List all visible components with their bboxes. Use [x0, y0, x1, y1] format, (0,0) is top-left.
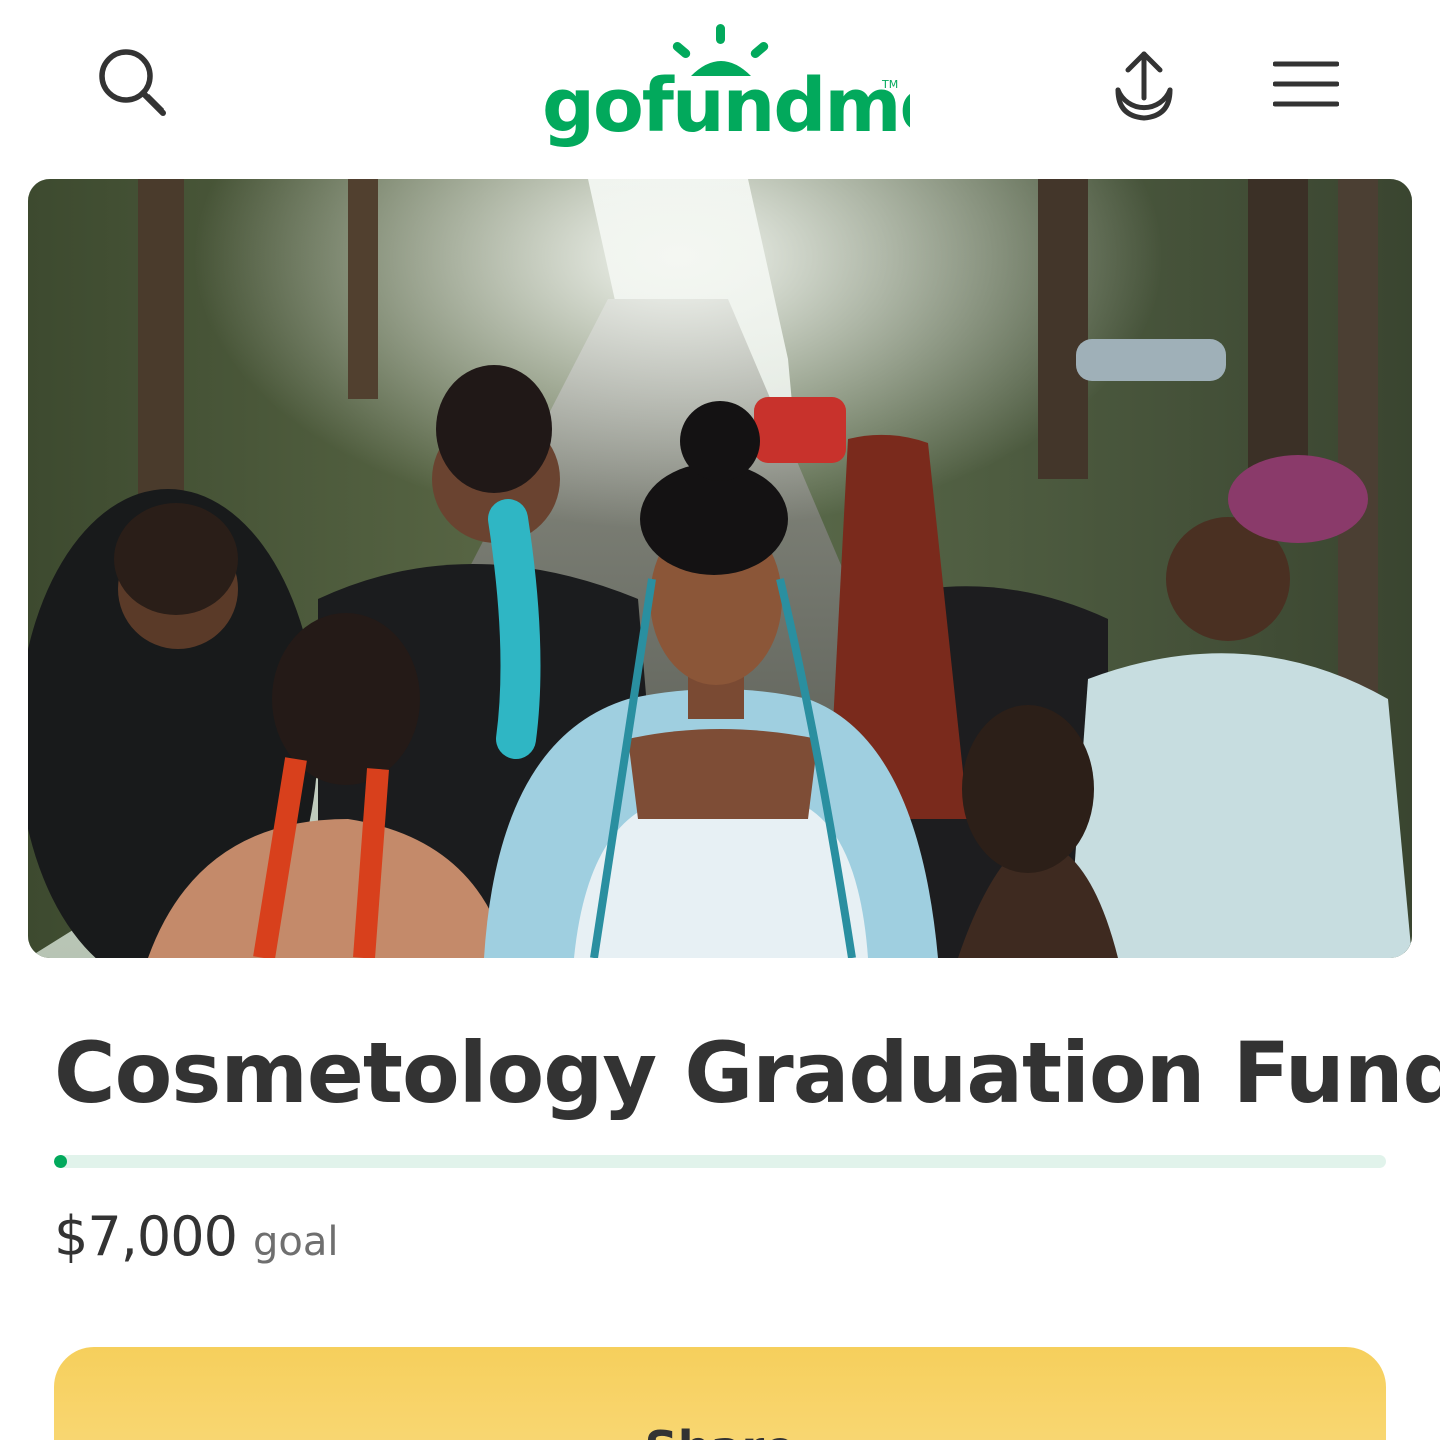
search-icon	[99, 49, 166, 116]
goal-label: goal	[252, 1219, 339, 1265]
gofundme-logo[interactable]: gofundme TM	[530, 18, 910, 158]
search-button[interactable]	[88, 38, 178, 128]
goal-summary: $7,000 goal	[54, 1205, 338, 1275]
campaign-page: gofundme TM Cosmetology Graduation Fund …	[0, 0, 1440, 1440]
donation-progress-bar	[54, 1155, 1386, 1168]
donation-progress-fill	[54, 1155, 67, 1168]
top-header: gofundme TM	[0, 0, 1440, 170]
hamburger-menu-icon	[1273, 61, 1339, 107]
share-button[interactable]: Share	[54, 1347, 1386, 1440]
campaign-hero-image	[28, 179, 1412, 958]
share-upload-icon	[1115, 51, 1173, 121]
trademark-mark: TM	[881, 78, 898, 91]
menu-button[interactable]	[1262, 44, 1350, 124]
share-top-button[interactable]	[1098, 40, 1190, 132]
logo-wordmark: gofundme	[542, 63, 910, 149]
campaign-title: Cosmetology Graduation Fund	[54, 1024, 1440, 1122]
goal-amount: $7,000	[54, 1205, 238, 1268]
